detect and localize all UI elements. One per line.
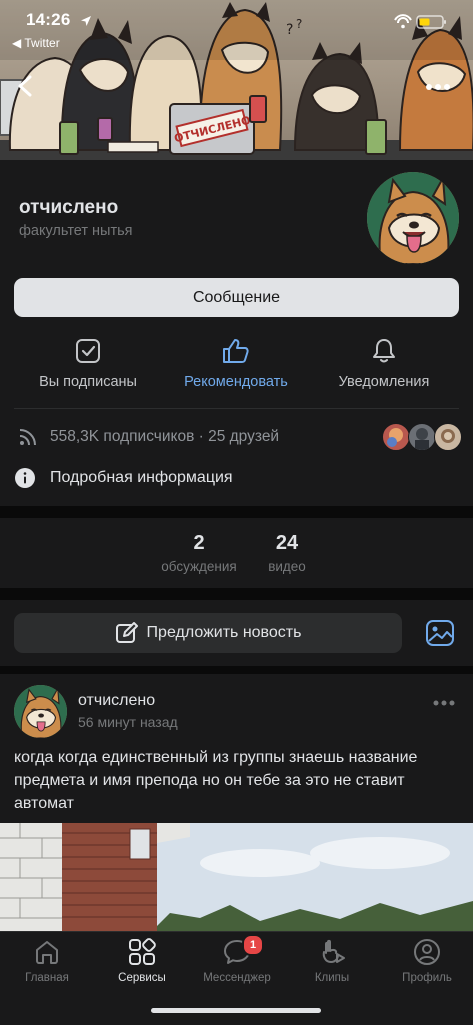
tab-clips-label: Клипы <box>314 972 350 984</box>
subscribers-text: 558,3K подписчиков · 25 друзей <box>50 428 280 445</box>
post-time: 56 минут назад <box>78 714 178 730</box>
tab-profile-label: Профиль <box>402 972 452 984</box>
group-name: отчислено <box>19 197 119 218</box>
friend-avatar <box>382 423 410 451</box>
post-author-avatar[interactable] <box>14 685 67 738</box>
status-icons <box>391 14 455 35</box>
subscribers-row[interactable]: 558,3K подписчиков · 25 друзей <box>18 426 279 448</box>
dog-avatar-image <box>14 685 67 738</box>
photo-icon[interactable] <box>425 619 455 647</box>
subscribed-button[interactable]: Вы подписаны <box>9 337 167 397</box>
discussions-counter[interactable]: 2 обсуждения <box>150 532 248 574</box>
tab-messenger-label: Мессенджер <box>203 972 271 984</box>
videos-counter[interactable]: 24 видео <box>256 532 318 574</box>
divider <box>14 408 459 409</box>
message-button[interactable]: Сообщение <box>14 278 459 317</box>
post-more-icon[interactable] <box>432 698 456 708</box>
checkbox-icon <box>76 339 100 363</box>
post-image[interactable] <box>0 823 473 933</box>
cover-more-icon[interactable] <box>420 76 456 98</box>
back-triangle-icon: ◀ <box>12 36 22 50</box>
subscribed-label: Вы подписаны <box>39 374 137 390</box>
rss-icon <box>19 429 36 446</box>
suggest-news-label: Предложить новость <box>146 624 302 641</box>
group-status: факультет нытья <box>19 223 133 239</box>
back-app-label: Twitter <box>24 36 60 50</box>
friend-avatar <box>434 423 462 451</box>
notifications-label: Уведомления <box>338 374 430 390</box>
dog-avatar-image <box>367 172 459 264</box>
messenger-badge: 1 <box>242 934 264 956</box>
videos-caption: видео <box>268 559 306 574</box>
wifi-icon <box>394 14 412 29</box>
home-indicator <box>151 1008 321 1013</box>
tab-clips[interactable]: Клипы <box>285 937 379 984</box>
back-arrow-icon[interactable] <box>12 72 40 100</box>
location-arrow-icon <box>81 16 91 26</box>
edit-icon <box>115 622 138 643</box>
clips-icon <box>322 939 345 964</box>
status-time: 14:26 <box>26 10 71 29</box>
detailed-info-row[interactable]: Подробная информация <box>14 465 233 491</box>
services-icon <box>129 938 156 965</box>
tab-home[interactable]: Главная <box>0 937 94 984</box>
post-text: когда когда единственный из группы знаеш… <box>14 749 418 812</box>
group-avatar[interactable] <box>367 172 459 264</box>
info-icon <box>15 468 35 488</box>
back-to-app-link[interactable]: ◀ Twitter <box>12 36 60 50</box>
suggest-news-button[interactable]: Предложить новость <box>14 613 402 653</box>
friend-avatar <box>408 423 436 451</box>
post-author-name[interactable]: отчислено <box>78 692 155 710</box>
friends-avatars[interactable] <box>382 423 462 451</box>
recommend-label: Рекомендовать <box>184 374 288 390</box>
tab-services-label: Сервисы <box>118 972 166 984</box>
battery-icon <box>416 15 446 29</box>
status-bar: 14:26 ◀ Twitter <box>0 0 473 50</box>
thumbs-up-icon <box>223 339 249 363</box>
profile-icon <box>414 939 440 965</box>
discussions-count: 2 <box>193 532 205 554</box>
home-icon <box>36 941 58 964</box>
bell-icon <box>373 339 395 363</box>
post-photo <box>0 823 473 933</box>
tab-home-label: Главная <box>25 972 69 984</box>
tab-services[interactable]: Сервисы <box>95 937 189 984</box>
tab-messenger[interactable]: 1 Мессенджер <box>190 934 284 984</box>
notifications-button[interactable]: Уведомления <box>305 337 463 397</box>
tab-profile[interactable]: Профиль <box>380 937 473 984</box>
discussions-caption: обсуждения <box>161 559 237 574</box>
detailed-info-label: Подробная информация <box>50 469 233 486</box>
recommend-button[interactable]: Рекомендовать <box>157 337 315 397</box>
videos-count: 24 <box>275 532 299 554</box>
